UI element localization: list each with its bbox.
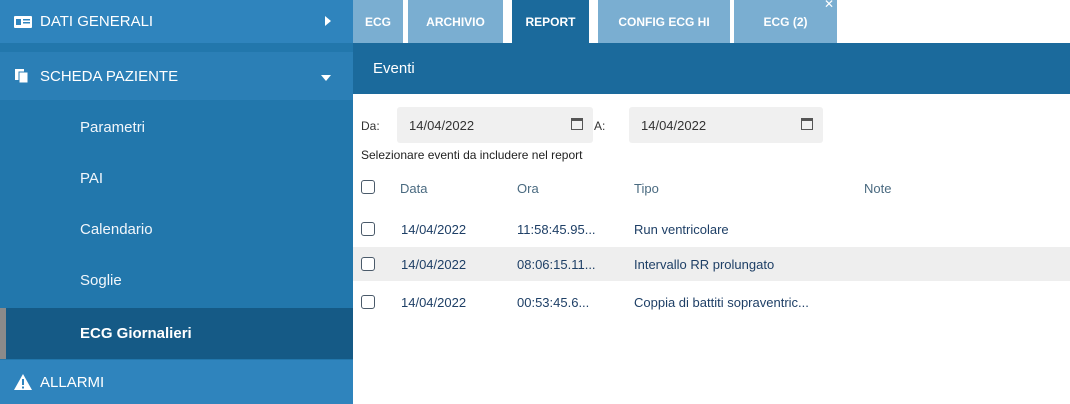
cell-tipo: Intervallo RR prolungato <box>634 256 775 272</box>
sidebar-item-calendario[interactable]: Calendario <box>0 204 353 255</box>
column-header-ora[interactable]: Ora <box>517 170 539 206</box>
sidebar-item-allarmi[interactable]: ALLARMI <box>0 360 353 404</box>
column-header-tipo[interactable]: Tipo <box>634 170 659 206</box>
copy-icon <box>14 68 32 84</box>
close-icon[interactable]: ✕ <box>824 0 834 11</box>
sidebar-item-soglie[interactable]: Soglie <box>0 255 353 306</box>
tab-label: REPORT <box>525 14 576 29</box>
sidebar-item-label: DATI GENERALI <box>40 13 154 30</box>
cell-data: 14/04/2022 <box>401 221 467 237</box>
row-checkbox[interactable] <box>361 222 375 236</box>
cell-ora: 00:53:45.6... <box>517 294 590 310</box>
panel-header: Eventi <box>353 43 1070 94</box>
cell-ora: 11:58:45.95... <box>517 221 596 237</box>
from-date-value: 14/04/2022 <box>409 117 475 133</box>
sidebar-item-label: PAI <box>80 170 104 187</box>
tab-archivio[interactable]: ARCHIVIO <box>408 0 503 43</box>
tab-label: ECG <box>364 14 391 29</box>
tab-report[interactable]: REPORT <box>512 0 589 43</box>
page-title: Eventi <box>373 60 415 77</box>
sidebar-item-label: ECG Giornalieri <box>80 325 192 342</box>
chevron-right-icon <box>325 13 331 30</box>
id-card-icon <box>14 14 32 30</box>
sidebar-item-label: Calendario <box>80 221 153 238</box>
select-all-checkbox[interactable] <box>361 180 375 194</box>
calendar-icon[interactable] <box>801 118 813 130</box>
tab-bar: ECG ARCHIVIO REPORT CONFIG ECG HI ECG (2… <box>353 0 1070 43</box>
sidebar-item-label: ALLARMI <box>40 373 105 391</box>
column-header-note[interactable]: Note <box>864 170 891 206</box>
table-row[interactable]: 14/04/2022 08:06:15.11... Intervallo RR … <box>353 247 1070 281</box>
sidebar-item-parametri[interactable]: Parametri <box>0 102 353 153</box>
table-row[interactable]: 14/04/2022 00:53:45.6... Coppia di batti… <box>353 285 1070 319</box>
tab-ecg[interactable]: ECG <box>353 0 403 43</box>
chevron-down-icon <box>321 68 331 85</box>
to-date-field[interactable]: 14/04/2022 <box>629 107 823 143</box>
warning-icon <box>14 374 32 390</box>
row-checkbox[interactable] <box>361 295 375 309</box>
row-checkbox[interactable] <box>361 257 375 271</box>
sidebar-item-scheda-paziente[interactable]: SCHEDA PAZIENTE <box>0 52 353 100</box>
to-label: A: <box>594 119 606 133</box>
sidebar-item-ecg-giornalieri[interactable]: ECG Giornalieri <box>0 308 353 359</box>
cell-tipo: Coppia di battiti sopraventric... <box>634 294 809 310</box>
tab-config-ecg-hi[interactable]: CONFIG ECG HI <box>598 0 730 43</box>
cell-tipo: Run ventricolare <box>634 221 729 237</box>
to-date-value: 14/04/2022 <box>641 117 707 133</box>
column-header-data[interactable]: Data <box>400 170 427 206</box>
filter-hint: Selezionare eventi da includere nel repo… <box>361 148 583 162</box>
tab-ecg-2[interactable]: ECG (2) ✕ <box>734 0 837 43</box>
sidebar-item-dati-generali[interactable]: DATI GENERALI <box>0 0 353 43</box>
cell-data: 14/04/2022 <box>401 256 467 272</box>
table-row[interactable]: 14/04/2022 11:58:45.95... Run ventricola… <box>353 212 1070 246</box>
calendar-icon[interactable] <box>571 118 583 130</box>
from-label: Da: <box>361 119 380 133</box>
tab-label: ECG (2) <box>763 14 808 29</box>
cell-ora: 08:06:15.11... <box>517 256 596 272</box>
sidebar-item-pai[interactable]: PAI <box>0 153 353 204</box>
tab-label: CONFIG ECG HI <box>618 14 710 29</box>
tab-label: ARCHIVIO <box>426 14 485 29</box>
sidebar-item-label: SCHEDA PAZIENTE <box>40 67 179 85</box>
sidebar-item-label: Soglie <box>80 272 122 289</box>
cell-data: 14/04/2022 <box>401 294 467 310</box>
sidebar: DATI GENERALI SCHEDA PAZIENTE Parametri … <box>0 0 353 404</box>
sidebar-item-label: Parametri <box>80 119 146 136</box>
from-date-field[interactable]: 14/04/2022 <box>397 107 593 143</box>
